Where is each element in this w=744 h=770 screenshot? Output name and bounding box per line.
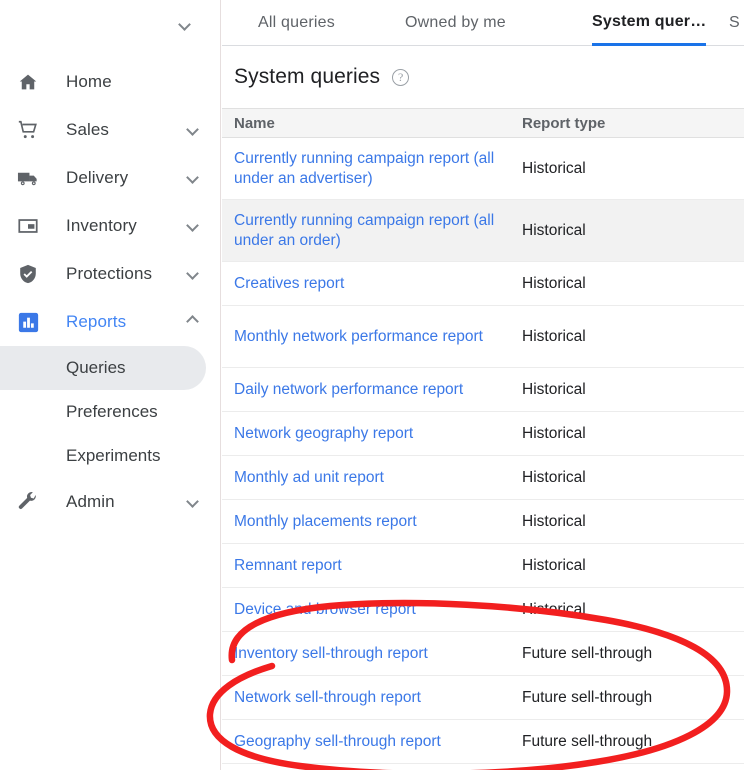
query-name-link[interactable]: Inventory sell-through report (222, 644, 522, 664)
query-name-link[interactable]: Monthly ad unit report (222, 468, 522, 488)
sidebar-item-preferences[interactable]: Preferences (0, 390, 221, 434)
shield-check-icon (16, 262, 40, 286)
column-header-report-type[interactable]: Report type (522, 115, 732, 132)
sidebar-item-label: Admin (66, 492, 115, 511)
chevron-down-icon[interactable] (186, 169, 199, 187)
sidebar-item-label: Queries (66, 358, 126, 377)
query-name-link[interactable]: Currently running campaign report (all u… (222, 149, 522, 189)
sidebar-item-label: Home (66, 72, 112, 91)
report-type-cell: Historical (522, 380, 586, 398)
sidebar-item-label: Delivery (66, 168, 129, 187)
wrench-icon (16, 490, 40, 514)
sidebar-item-inventory[interactable]: Inventory (0, 202, 221, 250)
query-name-link[interactable]: Device and browser report (222, 600, 522, 620)
table-row[interactable]: Device and browser report Historical (222, 588, 744, 632)
query-name-link[interactable]: Network sell-through report (222, 688, 522, 708)
report-type-cell: Future sell-through (522, 732, 653, 750)
query-name-link[interactable]: Geography sell-through report (222, 732, 522, 752)
column-header-name[interactable]: Name (222, 115, 522, 132)
chevron-down-icon[interactable] (186, 121, 199, 139)
tab-system-queries[interactable]: System quer… (592, 0, 707, 46)
table-row[interactable]: Monthly ad unit report Historical (222, 456, 744, 500)
table-row[interactable]: Currently running campaign report (all u… (222, 200, 744, 262)
truck-icon (16, 166, 40, 190)
tab-bar: All queries Owned by me System quer… S (222, 0, 744, 46)
query-name-link[interactable]: Network geography report (222, 424, 522, 444)
sidebar-item-sales[interactable]: Sales (0, 106, 221, 154)
tab-all-queries[interactable]: All queries (258, 0, 335, 46)
report-type-cell: Future sell-through (522, 644, 653, 662)
title-bar: System queries ? (222, 46, 744, 108)
query-name-link[interactable]: Remnant report (222, 556, 522, 576)
sidebar-item-label: Sales (66, 120, 110, 139)
query-name-link[interactable]: Creatives report (222, 274, 522, 294)
report-type-cell: Historical (522, 600, 586, 618)
sidebar-item-admin[interactable]: Admin (0, 478, 221, 526)
queries-table: Name Report type Currently running campa… (222, 108, 744, 764)
table-row[interactable]: Currently running campaign report (all u… (222, 138, 744, 200)
query-name-link[interactable]: Monthly network performance report (222, 327, 522, 347)
report-type-cell: Historical (522, 468, 586, 486)
cart-icon (16, 118, 40, 142)
query-name-link[interactable]: Daily network performance report (222, 380, 522, 400)
sidebar-collapse-row[interactable] (0, 0, 221, 54)
table-row[interactable]: Daily network performance report Historic… (222, 368, 744, 412)
chevron-up-icon[interactable] (186, 313, 199, 331)
query-name-link[interactable]: Currently running campaign report (all u… (222, 211, 522, 251)
sidebar-item-home[interactable]: Home (0, 58, 221, 106)
query-name-link[interactable]: Monthly placements report (222, 512, 522, 532)
tab-scheduled[interactable]: S (729, 0, 740, 46)
table-body: Currently running campaign report (all u… (222, 138, 744, 764)
chevron-down-icon[interactable] (186, 217, 199, 235)
report-type-cell: Historical (522, 274, 586, 292)
sidebar-item-reports[interactable]: Reports (0, 298, 221, 346)
chevron-down-icon[interactable] (186, 265, 199, 283)
sidebar-item-queries[interactable]: Queries (0, 346, 206, 390)
table-header-row: Name Report type (222, 108, 744, 138)
table-row[interactable]: Network sell-through report Future sell-t… (222, 676, 744, 720)
report-type-cell: Historical (522, 221, 586, 239)
sidebar-item-delivery[interactable]: Delivery (0, 154, 221, 202)
report-type-cell: Historical (522, 424, 586, 442)
report-type-cell: Historical (522, 512, 586, 530)
sidebar-item-label: Experiments (66, 446, 161, 465)
help-circle-icon[interactable]: ? (392, 68, 410, 86)
page-title: System queries (234, 65, 381, 88)
sidebar-item-label: Protections (66, 264, 153, 283)
sidebar-item-experiments[interactable]: Experiments (0, 434, 221, 478)
report-type-cell: Historical (522, 159, 586, 177)
sidebar: Home Sales Delivery Inventory Protection… (0, 0, 221, 770)
table-row[interactable]: Remnant report Historical (222, 544, 744, 588)
bar-chart-icon (16, 310, 40, 334)
report-type-cell: Historical (522, 327, 586, 345)
table-row[interactable]: Geography sell-through report Future sell… (222, 720, 744, 764)
sidebar-item-label: Inventory (66, 216, 137, 235)
chevron-down-icon[interactable] (178, 18, 191, 31)
table-row[interactable]: Monthly network performance report Histor… (222, 306, 744, 368)
table-row[interactable]: Creatives report Historical (222, 262, 744, 306)
inventory-icon (16, 214, 40, 238)
sidebar-item-label: Preferences (66, 402, 158, 421)
table-row[interactable]: Network geography report Historical (222, 412, 744, 456)
table-row[interactable]: Inventory sell-through report Future sell… (222, 632, 744, 676)
report-type-cell: Future sell-through (522, 688, 653, 706)
tab-owned-by-me[interactable]: Owned by me (405, 0, 506, 46)
sidebar-item-label: Reports (66, 312, 127, 331)
sidebar-item-protections[interactable]: Protections (0, 250, 221, 298)
home-icon (16, 70, 40, 94)
chevron-down-icon[interactable] (186, 493, 199, 511)
main-content: All queries Owned by me System quer… S S… (222, 0, 744, 770)
report-type-cell: Historical (522, 556, 586, 574)
sidebar-nav-list: Home Sales Delivery Inventory Protection… (0, 58, 221, 526)
table-row[interactable]: Monthly placements report Historical (222, 500, 744, 544)
